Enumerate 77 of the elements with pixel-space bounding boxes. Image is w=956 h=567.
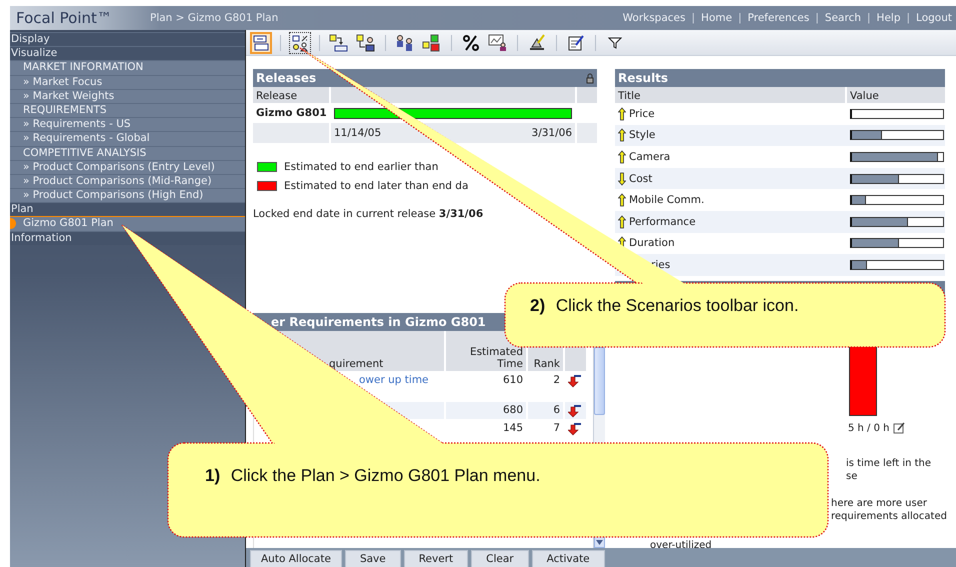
link-separator: | xyxy=(692,12,696,24)
scrollbar-thumb[interactable] xyxy=(594,347,605,415)
sidebar-item[interactable]: REQUIREMENTS xyxy=(10,102,245,118)
footer-button[interactable]: Activate xyxy=(532,550,605,567)
square-arrow-icon[interactable] xyxy=(328,32,350,54)
panel-title: Releases xyxy=(256,71,316,85)
requirement-link[interactable]: ower up time xyxy=(359,374,429,386)
up-arrow-icon xyxy=(618,193,626,208)
sidebar-item[interactable]: » Requirements - US xyxy=(10,117,245,132)
up-arrow-icon xyxy=(618,128,626,142)
sidebar-item[interactable]: Display xyxy=(10,32,245,46)
breadcrumb: Plan > Gizmo G801 Plan xyxy=(150,12,280,24)
header-link[interactable]: Home xyxy=(701,12,732,24)
result-title: Duration xyxy=(629,237,675,250)
sidebar-item[interactable]: Plan xyxy=(10,202,245,216)
panel-title: Results xyxy=(618,71,668,85)
panel-title: er Requirements in Gizmo G801 xyxy=(271,315,486,329)
link-separator: | xyxy=(867,12,871,24)
result-title: Cost xyxy=(629,172,652,185)
capacity-reading: 5 h / 0 h xyxy=(848,422,890,435)
start-date: 11/14/05 xyxy=(334,127,382,139)
result-title: Camera xyxy=(629,150,670,163)
result-title: Style xyxy=(629,129,656,142)
column-header: Value xyxy=(847,87,945,103)
legend-label: over-utilized xyxy=(650,539,713,548)
link-separator: | xyxy=(815,12,819,24)
header-link[interactable]: Workspaces xyxy=(622,12,686,24)
lock-icon xyxy=(586,72,594,84)
link-separator: | xyxy=(906,12,910,24)
legend-label: Estimated to end earlier than xyxy=(284,161,438,173)
grid-person-icon[interactable] xyxy=(289,32,311,54)
sidebar-item[interactable]: MARKET INFORMATION xyxy=(10,60,245,75)
column-header: Title xyxy=(615,87,845,103)
sidebar-item[interactable]: COMPETITIVE ANALYSIS xyxy=(10,146,245,160)
header-link[interactable]: Search xyxy=(824,12,861,24)
layout-icon[interactable] xyxy=(250,32,272,54)
sidebar-item[interactable]: » Product Comparisons (High End) xyxy=(10,188,245,202)
legend-label: here are more user requirements allocated xyxy=(831,496,947,523)
link-separator: | xyxy=(738,12,742,24)
legend-label: is time left in the se xyxy=(846,456,932,483)
rank-arrow-icon[interactable] xyxy=(568,374,582,388)
table-cell-text: Gizmo G801 xyxy=(255,106,328,121)
table-cell: 680 xyxy=(446,402,526,419)
callout-text: 1) Click the Plan > Gizmo G801 Plan menu. xyxy=(205,466,540,486)
result-title: Performance xyxy=(629,216,696,228)
edit-icon[interactable] xyxy=(893,422,906,434)
sidebar-item[interactable]: » Product Comparisons (Entry Level) xyxy=(10,160,245,174)
footer-button[interactable]: Save xyxy=(344,550,401,567)
square-person-icon[interactable] xyxy=(355,32,377,54)
sidebar-item[interactable]: » Market Focus xyxy=(10,74,245,89)
sidebar-item[interactable]: Gizmo G801 Plan xyxy=(10,216,245,231)
result-title: Price xyxy=(629,108,655,120)
header-link[interactable]: Preferences xyxy=(748,12,810,24)
footer-button[interactable]: Clear xyxy=(471,550,529,567)
rank-arrow-icon[interactable] xyxy=(568,404,582,418)
legend-label: Estimated to end later than end da xyxy=(284,180,468,192)
up-arrow-icon xyxy=(618,214,626,229)
sidebar-item[interactable]: » Market Weights xyxy=(10,88,245,103)
footer-button[interactable]: Auto Allocate xyxy=(250,550,342,567)
header-link[interactable]: Help xyxy=(876,12,900,24)
table-cell: 6 xyxy=(528,402,563,419)
sidebar-item[interactable]: Visualize xyxy=(10,46,245,60)
down-arrow-icon xyxy=(618,172,626,186)
chart-person-icon[interactable] xyxy=(487,32,509,54)
sidebar-item[interactable]: » Requirements - Global xyxy=(10,131,245,146)
rank-arrow-icon[interactable] xyxy=(568,422,582,436)
end-date: 3/31/06 xyxy=(532,127,572,139)
app-logo: Focal Point™ xyxy=(16,9,113,27)
up-arrow-icon xyxy=(618,106,626,121)
footer-button[interactable]: Revert xyxy=(404,550,468,567)
sidebar-item[interactable]: » Product Comparisons (Mid-Range) xyxy=(10,174,245,188)
up-arrow-icon xyxy=(618,150,626,164)
header-link[interactable]: Logout xyxy=(916,12,952,24)
callout-text: 2) Click the Scenarios toolbar icon. xyxy=(530,296,799,316)
result-title: Mobile Comm. xyxy=(629,194,704,206)
locked-date-text: Locked end date in current release 3/31/06 xyxy=(253,208,484,220)
column-header: Release xyxy=(253,87,329,103)
